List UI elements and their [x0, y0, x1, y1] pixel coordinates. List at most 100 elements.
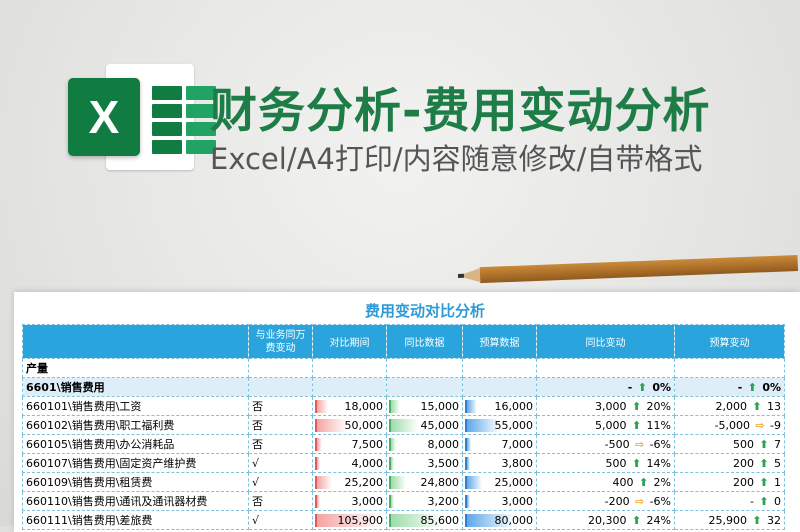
- row-period[interactable]: 7,500: [312, 434, 387, 454]
- row-flag-text: √: [252, 475, 260, 489]
- row-period[interactable]: 50,000: [312, 415, 387, 435]
- change-pct: 20%: [646, 399, 671, 413]
- row-yoy-change[interactable]: 3,000 ⬆ 20%: [536, 396, 675, 416]
- row-budget-change[interactable]: 500 ⬆ 7: [674, 434, 785, 454]
- row-budget[interactable]: 55,000: [462, 415, 537, 435]
- budget-data-bar: [465, 438, 471, 451]
- up-arrow-icon: ⬆: [631, 456, 642, 470]
- table-row: 660105\销售费用\办公消耗品 否 7,500 8,000 7,000 -500 ⇨ -6…: [22, 434, 785, 454]
- row-name[interactable]: 660101\销售费用\工资: [22, 396, 249, 416]
- row-flag[interactable]: 否: [248, 491, 313, 511]
- header-name[interactable]: [22, 324, 249, 359]
- period-data-bar: [315, 438, 322, 451]
- row-yoy-change[interactable]: 500 ⬆ 14%: [536, 453, 675, 473]
- row-yoy[interactable]: 3,200: [386, 491, 463, 511]
- row-budget[interactable]: 7,000: [462, 434, 537, 454]
- row-flag[interactable]: √: [248, 453, 313, 473]
- subtotal-budget-change[interactable]: - ⬆ 0%: [674, 377, 785, 397]
- change-amount: 25,900: [708, 513, 748, 527]
- pencil-image: [457, 253, 799, 286]
- row-budget[interactable]: 80,000: [462, 510, 537, 530]
- row-yoy-change[interactable]: 5,000 ⬆ 11%: [536, 415, 675, 435]
- row-flag[interactable]: √: [248, 472, 313, 492]
- row-yoy-change[interactable]: 400 ⬆ 2%: [536, 472, 675, 492]
- row-yoy[interactable]: 8,000: [386, 434, 463, 454]
- row-flag[interactable]: 否: [248, 434, 313, 454]
- change-amount: 200: [733, 475, 754, 489]
- row-name[interactable]: 660102\销售费用\职工福利费: [22, 415, 249, 435]
- row-yoy[interactable]: 24,800: [386, 472, 463, 492]
- subtotal-name[interactable]: 6601\销售费用: [22, 377, 249, 397]
- change-pct: -6%: [649, 494, 671, 508]
- row-budget[interactable]: 25,000: [462, 472, 537, 492]
- row-budget[interactable]: 16,000: [462, 396, 537, 416]
- change-amount: -500: [604, 437, 630, 451]
- change-pct: 11%: [646, 418, 671, 432]
- up-arrow-icon: ⬆: [759, 494, 769, 508]
- row-period-value: 18,000: [344, 399, 384, 413]
- row-name[interactable]: 660110\销售费用\通讯及通讯器材费: [22, 491, 249, 511]
- header-yoy-data[interactable]: 同比数据: [386, 324, 463, 359]
- table-row: 660109\销售费用\租赁费 √ 25,200 24,800 25,000 400 ⬆ 2%…: [22, 472, 785, 492]
- change-pct: 5: [774, 456, 781, 470]
- row-name[interactable]: 660111\销售费用\差旅费: [22, 510, 249, 530]
- yoy-data-bar: [389, 476, 406, 489]
- row-period-value: 7,500: [351, 437, 384, 451]
- row-period[interactable]: 105,900: [312, 510, 387, 530]
- row-yoy-change[interactable]: 20,300 ⬆ 24%: [536, 510, 675, 530]
- row-budget[interactable]: 3,800: [462, 453, 537, 473]
- row-name-text: 660110\销售费用\通讯及通讯器材费: [26, 495, 208, 508]
- header-period[interactable]: 对比期间: [312, 324, 387, 359]
- change-pct: 24%: [646, 513, 671, 527]
- row-yoy[interactable]: 45,000: [386, 415, 463, 435]
- row-flag-text: 否: [252, 438, 263, 451]
- subtotal-yoy-change[interactable]: - ⬆ 0%: [536, 377, 675, 397]
- row-yoy-value: 3,200: [427, 494, 460, 508]
- row-name[interactable]: 660109\销售费用\租赁费: [22, 472, 249, 492]
- row-yoy[interactable]: 3,500: [386, 453, 463, 473]
- row-budget[interactable]: 3,000: [462, 491, 537, 511]
- row-yoy[interactable]: 15,000: [386, 396, 463, 416]
- row-budget-change[interactable]: 2,000 ⬆ 13: [674, 396, 785, 416]
- row-flag[interactable]: √: [248, 510, 313, 530]
- row-name[interactable]: 660107\销售费用\固定资产维护费: [22, 453, 249, 473]
- row-flag-text: 否: [252, 495, 263, 508]
- row-yoy[interactable]: 85,600: [386, 510, 463, 530]
- row-budget-change[interactable]: 200 ⬆ 1: [674, 472, 785, 492]
- header-budget-data[interactable]: 预算数据: [462, 324, 537, 359]
- row-period[interactable]: 18,000: [312, 396, 387, 416]
- row-name-text: 660101\销售费用\工资: [26, 400, 142, 413]
- row-flag[interactable]: 否: [248, 396, 313, 416]
- logo-tile: X: [68, 78, 140, 156]
- table-row: 660101\销售费用\工资 否 18,000 15,000 16,000 3,000 ⬆ 2…: [22, 396, 785, 416]
- row-period[interactable]: 4,000: [312, 453, 387, 473]
- row-budget-change[interactable]: 200 ⬆ 5: [674, 453, 785, 473]
- category-row: 产量: [22, 358, 785, 378]
- expense-table: 与业务同万费变动 对比期间 同比数据 预算数据 同比变动 预算变动 产量 660…: [22, 324, 785, 530]
- row-budget-change[interactable]: -5,000 ⇨ -9: [674, 415, 785, 435]
- change-pct: 2%: [653, 475, 671, 489]
- sheet-title: 费用变动对比分析: [364, 302, 485, 320]
- row-budget-value: 16,000: [494, 399, 534, 413]
- row-period[interactable]: 3,000: [312, 491, 387, 511]
- up-arrow-icon: ⬆: [637, 380, 647, 394]
- row-yoy-change[interactable]: -500 ⇨ -6%: [536, 434, 675, 454]
- row-budget-value: 25,000: [494, 475, 534, 489]
- category-label[interactable]: 产量: [22, 358, 249, 378]
- change-pct: 13: [767, 399, 781, 413]
- row-budget-change[interactable]: - ⬆ 0: [674, 491, 785, 511]
- row-flag[interactable]: 否: [248, 415, 313, 435]
- header-flag[interactable]: 与业务同万费变动: [248, 324, 313, 359]
- row-flag-text: 否: [252, 400, 263, 413]
- row-yoy-change[interactable]: -200 ⇨ -6%: [536, 491, 675, 511]
- table-row: 660107\销售费用\固定资产维护费 √ 4,000 3,500 3,800 500 ⬆ 1…: [22, 453, 785, 473]
- row-period[interactable]: 25,200: [312, 472, 387, 492]
- right-arrow-icon: ⇨: [634, 494, 645, 508]
- row-budget-change[interactable]: 25,900 ⬆ 32: [674, 510, 785, 530]
- subtotal-yoy-pct: 0%: [652, 380, 671, 394]
- header-budget-change[interactable]: 预算变动: [674, 324, 785, 359]
- up-arrow-icon: ⬆: [752, 399, 762, 413]
- row-name[interactable]: 660105\销售费用\办公消耗品: [22, 434, 249, 454]
- subtotal-budget-amount: -: [737, 380, 743, 394]
- header-yoy-change[interactable]: 同比变动: [536, 324, 675, 359]
